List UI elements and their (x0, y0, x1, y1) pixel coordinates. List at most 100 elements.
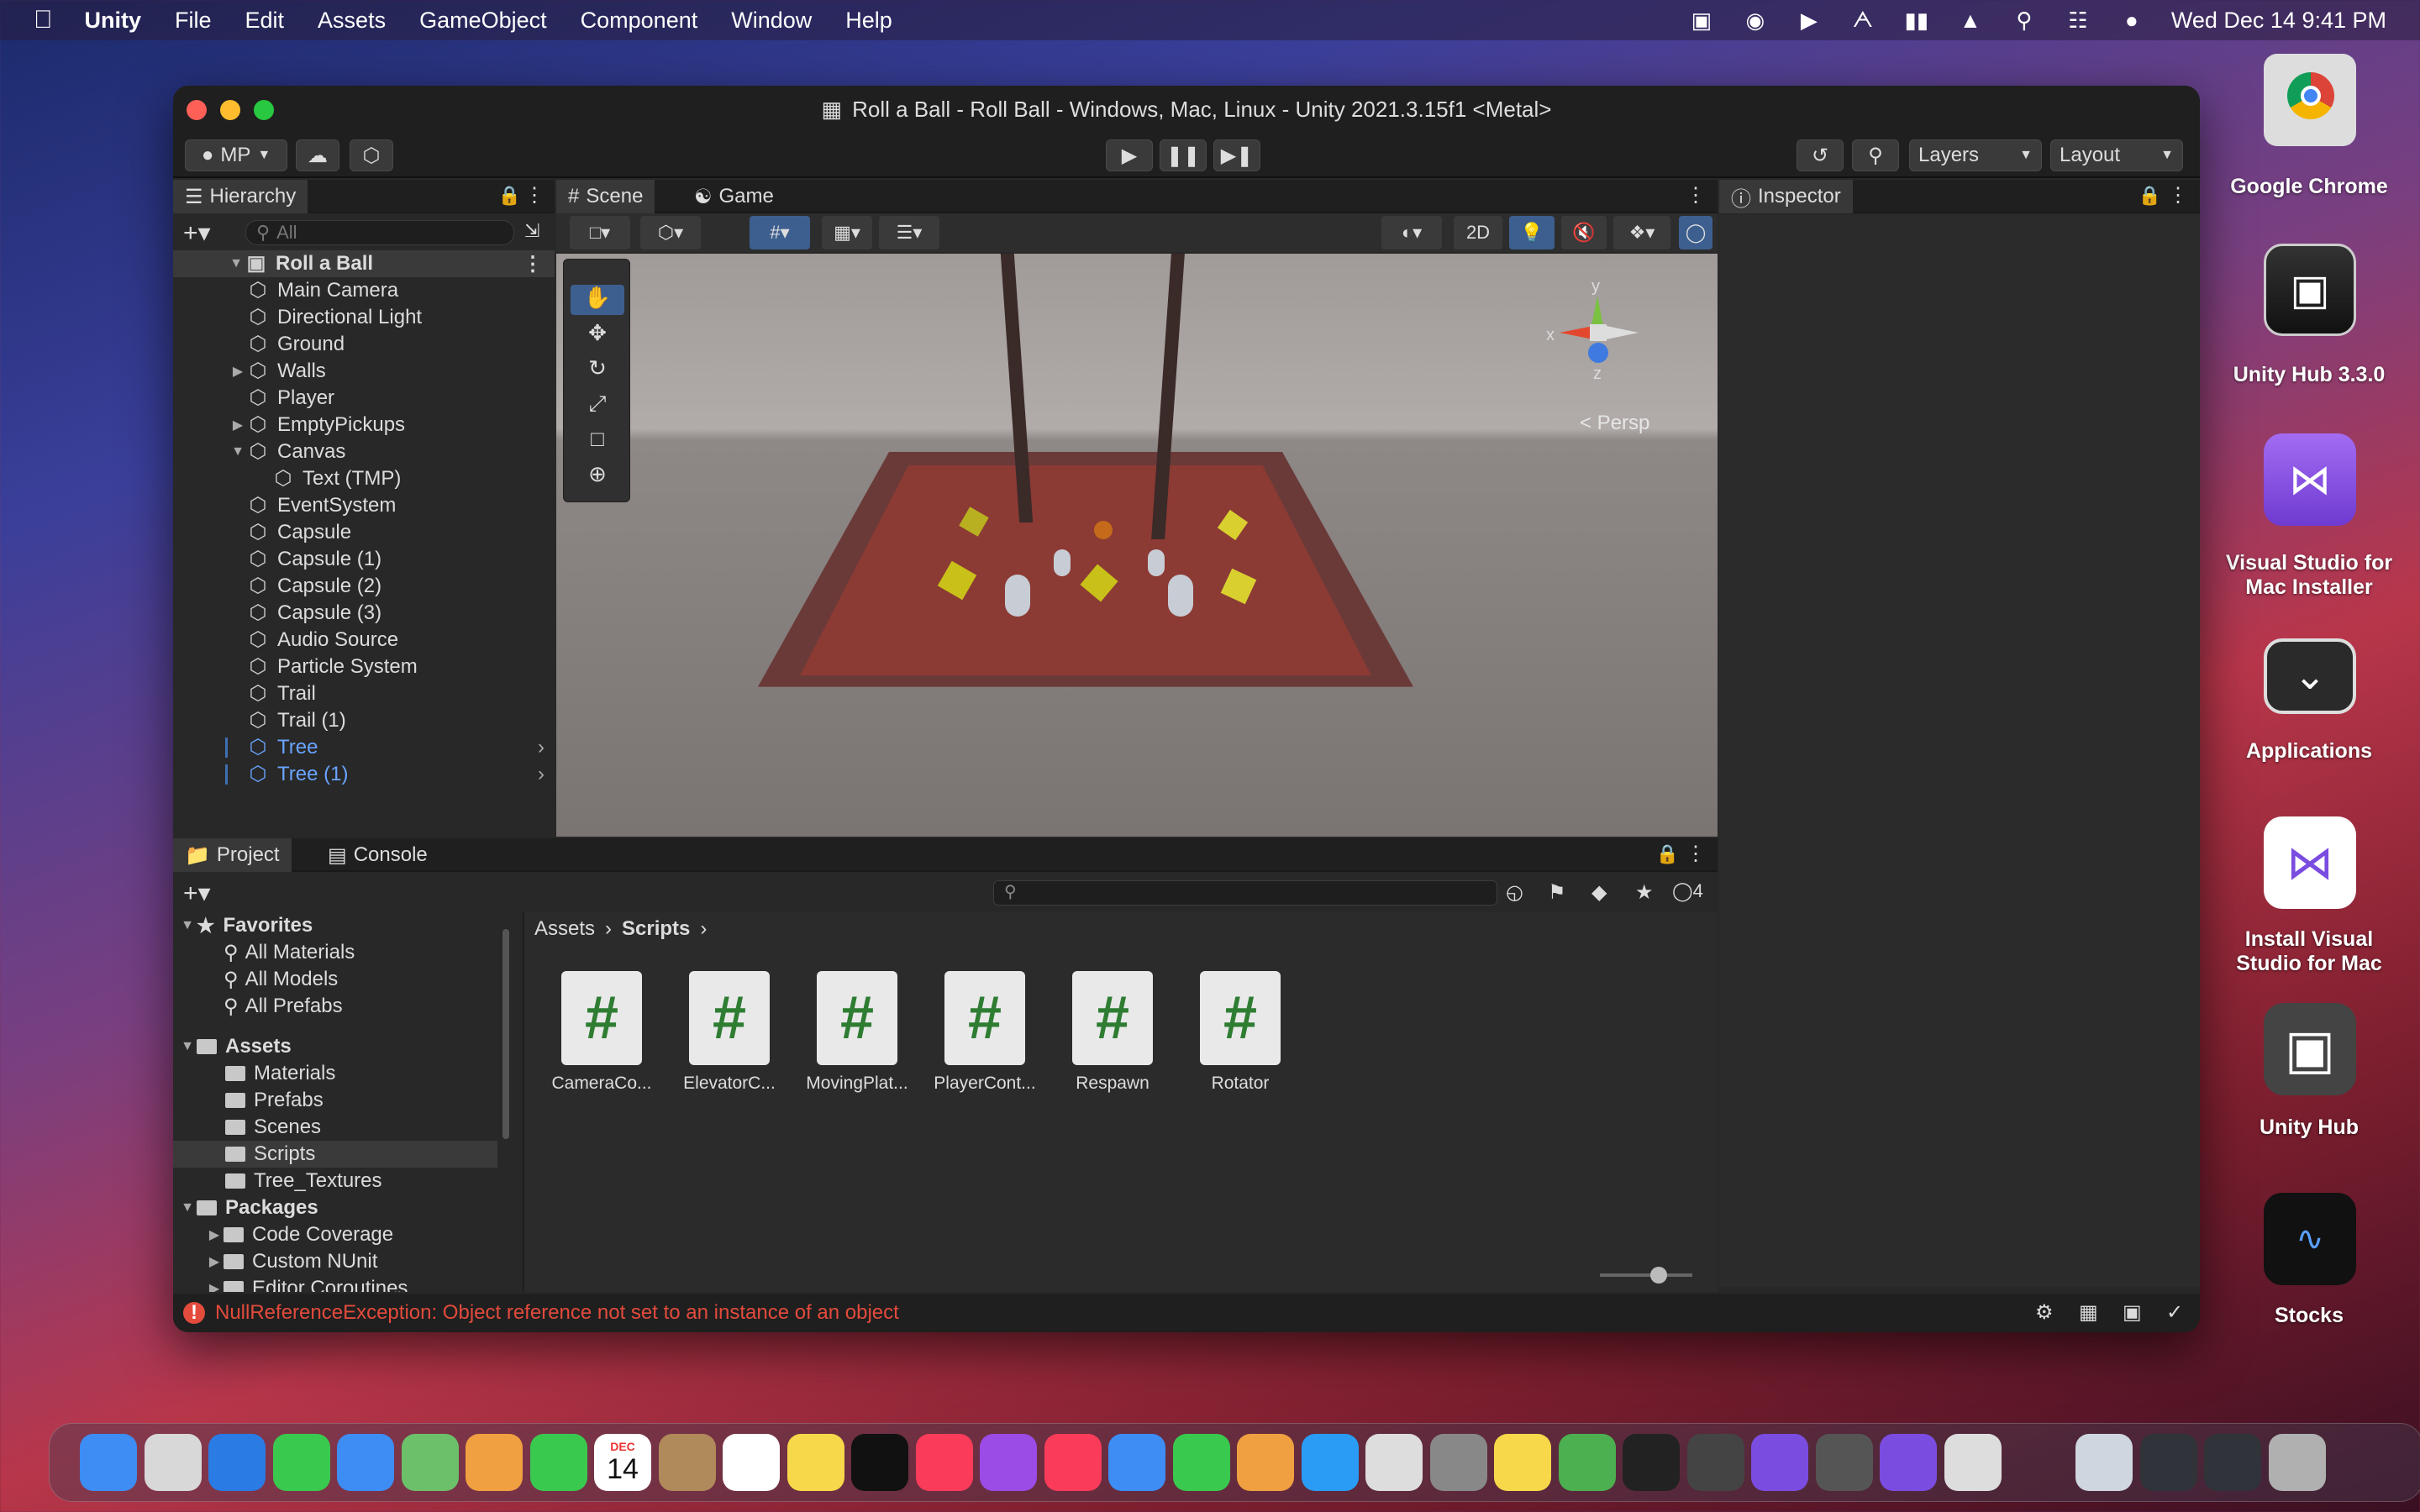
tab-console[interactable]: ▤ Console (316, 838, 439, 872)
hierarchy-item[interactable]: ⬡ Capsule (2) (173, 573, 555, 600)
menubar-clock[interactable]: Wed Dec 14 9:41 PM (2171, 8, 2386, 34)
chevron-right-icon[interactable]: › (538, 763, 544, 786)
messages-icon[interactable] (272, 1434, 330, 1491)
move-tool-button[interactable]: ✥ (571, 320, 624, 350)
cache-server-icon[interactable]: ▦ (2079, 1300, 2098, 1325)
favorites-row[interactable]: ▼ ★ Favorites (178, 912, 313, 939)
wifi-icon[interactable]: ▲ (1956, 8, 1985, 33)
rotate-tool-button[interactable]: ↻ (571, 355, 624, 386)
unity-hub-disk-icon[interactable]: ▣ (2264, 244, 2356, 336)
hierarchy-item[interactable]: ⬡ Main Camera (173, 277, 555, 304)
menu-help[interactable]: Help (845, 8, 892, 34)
debug-icon[interactable]: ⚙ (2035, 1300, 2054, 1325)
chrome-icon[interactable] (1365, 1434, 1423, 1491)
tab-project[interactable]: 📁 Project (173, 838, 292, 872)
package-custom-nunit[interactable]: ▶ Custom NUnit (205, 1248, 378, 1275)
expand-arrow-icon[interactable]: ▼ (229, 444, 247, 459)
visual-studio-installer-icon[interactable]: ⋈ (2264, 433, 2356, 526)
finder-window-icon[interactable] (2139, 1434, 2197, 1491)
gizmo-y-axis[interactable] (1591, 296, 1603, 326)
hierarchy-item[interactable]: ⬡ Ground (173, 331, 555, 358)
more-options-icon[interactable]: ⋮ (2168, 183, 2188, 207)
packages-row[interactable]: ▼ Packages (178, 1194, 318, 1221)
music-icon[interactable] (915, 1434, 973, 1491)
applications-folder-icon[interactable]: ⌄ (2264, 638, 2356, 714)
script-file-label[interactable]: CameraCo... (539, 1074, 665, 1094)
favorite-all-materials[interactable]: ⚲ All Materials (224, 939, 355, 966)
search-by-label-icon[interactable]: ⚑ (1548, 880, 1566, 905)
chrome-icon[interactable] (1944, 1434, 2002, 1491)
audio-toggle-button[interactable]: 🔇 (1561, 216, 1607, 249)
screenshot-icon[interactable] (2204, 1434, 2261, 1491)
assets-row[interactable]: ▼ Assets (178, 1033, 292, 1060)
battery-icon[interactable]: ▮▮ (1902, 8, 1931, 33)
network-utility-icon[interactable] (1558, 1434, 1616, 1491)
hierarchy-item[interactable]: ⬡ Trail (173, 680, 555, 707)
hierarchy-item[interactable]: ⬡ Capsule (173, 519, 555, 546)
shading-mode-button[interactable]: ◐▾ (1381, 216, 1442, 249)
hierarchy-item[interactable]: ⬡ Capsule (3) (173, 600, 555, 627)
desktop-label-stocks[interactable]: Stocks (2217, 1304, 2402, 1328)
control-center-icon[interactable]: ☷ (2064, 8, 2092, 33)
hierarchy-item[interactable]: ⬡ EventSystem (173, 492, 555, 519)
expand-arrow-icon[interactable]: ▶ (205, 1280, 224, 1292)
menu-edit[interactable]: Edit (245, 8, 285, 34)
expand-arrow-icon[interactable]: ▶ (229, 363, 247, 380)
zoom-slider-thumb[interactable] (1650, 1267, 1667, 1284)
collab-button[interactable]: ⬡ (350, 139, 393, 171)
pages-icon[interactable] (1237, 1434, 1294, 1491)
menu-file[interactable]: File (175, 8, 212, 34)
hidden-packages-toggle[interactable]: ◯4 (1672, 880, 1703, 902)
close-window-button[interactable] (187, 100, 207, 120)
draw-mode-button[interactable]: □▾ (570, 216, 630, 249)
csharp-script-icon[interactable]: # (1072, 971, 1153, 1065)
visual-studio-icon[interactable] (1880, 1434, 1937, 1491)
favorite-all-models[interactable]: ⚲ All Models (224, 966, 338, 993)
capsule[interactable] (1148, 549, 1165, 576)
favorite-all-prefabs[interactable]: ⚲ All Prefabs (224, 993, 343, 1020)
project-search-input[interactable]: ⚲ (993, 880, 1497, 906)
hierarchy-item[interactable]: ▼ ⬡ Canvas (173, 438, 555, 465)
hand-tool-button[interactable]: ✋ (571, 285, 624, 315)
siri-icon[interactable]: ● (2118, 8, 2146, 33)
photos-icon[interactable] (466, 1434, 523, 1491)
create-asset-button[interactable]: +▾ (183, 879, 211, 908)
lock-icon[interactable]: 🔒 (498, 185, 521, 207)
rect-tool-button[interactable]: □ (571, 426, 624, 456)
zoom-window-button[interactable] (254, 100, 274, 120)
hierarchy-item[interactable]: ⬡ Text (TMP) (173, 465, 555, 492)
desktop-label-unity-hub-330[interactable]: Unity Hub 3.3.0 (2217, 363, 2402, 387)
tab-scene[interactable]: # Scene (556, 180, 655, 213)
menu-app-name[interactable]: Unity (85, 8, 142, 34)
chrome-icon[interactable] (2264, 54, 2356, 146)
label-icon[interactable]: ◆ (1591, 880, 1607, 905)
hierarchy-item[interactable]: ⬡ Tree › (173, 734, 555, 761)
app-store-icon[interactable] (1301, 1434, 1359, 1491)
hierarchy-search[interactable]: ⚲ All (245, 220, 514, 245)
hierarchy-item[interactable]: ▶ ⬡ Walls (173, 358, 555, 385)
desktop-label-vs-installer[interactable]: Visual Studio for Mac Installer (2217, 551, 2402, 600)
reminders-icon[interactable] (723, 1434, 780, 1491)
stocks-app-icon[interactable]: ∿ (2264, 1193, 2356, 1285)
gizmo-center[interactable] (1590, 324, 1607, 341)
ruler-button[interactable]: ☰▾ (879, 216, 939, 249)
downloads-folder-icon[interactable] (2075, 1434, 2133, 1491)
news-icon[interactable] (1044, 1434, 1102, 1491)
activity-monitor-icon[interactable] (1623, 1434, 1680, 1491)
more-options-icon[interactable]: ⋮ (523, 252, 543, 276)
render-mode-button[interactable]: ⬡▾ (640, 216, 701, 249)
layers-dropdown[interactable]: Layers ▼ (1909, 139, 2042, 171)
expand-arrow-icon[interactable]: ▼ (178, 1039, 197, 1054)
podcasts-icon[interactable] (980, 1434, 1037, 1491)
scene-view[interactable]: ✋ ✥ ↻ ⤢ □ ⊕ y x z < Persp (556, 254, 1718, 837)
folder-tree-textures[interactable]: Tree_Textures (225, 1168, 382, 1194)
facetime-icon[interactable] (529, 1434, 587, 1491)
lock-icon[interactable]: 🔒 (1656, 843, 1679, 865)
apple-icon[interactable]:  (34, 6, 53, 34)
numbers-icon[interactable] (1172, 1434, 1230, 1491)
csharp-script-icon[interactable]: # (689, 971, 770, 1065)
script-file-label[interactable]: Rotator (1177, 1074, 1303, 1094)
2d-toggle-button[interactable]: 2D (1454, 216, 1502, 249)
hierarchy-item[interactable]: ⬡ Tree (1) › (173, 761, 555, 788)
increment-snap-button[interactable]: ▦▾ (822, 216, 872, 249)
